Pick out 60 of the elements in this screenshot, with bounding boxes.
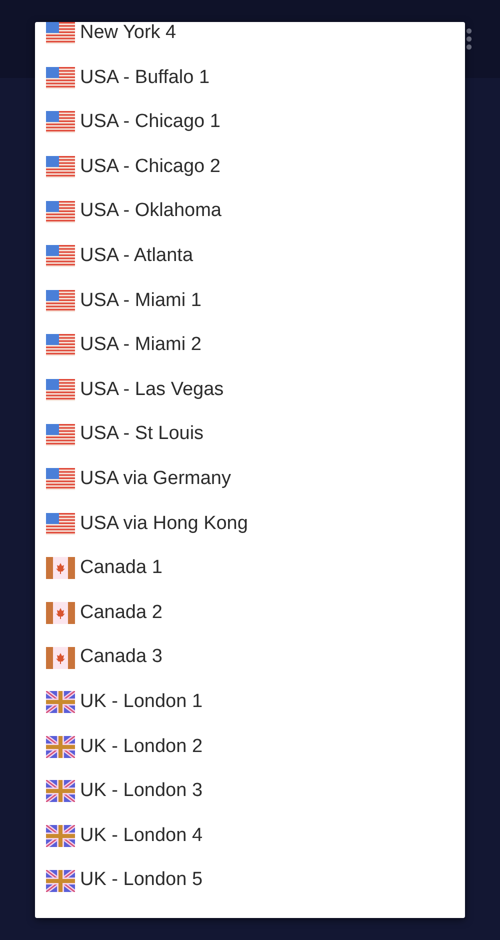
server-name: UK - London 1 (80, 690, 203, 714)
server-name: Canada 1 (80, 556, 162, 580)
server-name: USA - Chicago 2 (80, 154, 220, 179)
server-name: USA - Miami 2 (80, 333, 202, 358)
server-item[interactable]: USA - Oklahoma (35, 189, 465, 234)
flag-icon (46, 156, 75, 178)
server-item[interactable]: Canada 2 (35, 590, 465, 636)
server-item[interactable]: UK - London 3 (35, 769, 465, 814)
server-name: USA - Buffalo 1 (80, 66, 210, 90)
flag-icon (46, 468, 75, 490)
server-item[interactable]: USA - Miami 1 (35, 278, 465, 324)
server-item[interactable]: Canada 3 (35, 635, 465, 680)
flag-icon (46, 824, 75, 847)
flag-icon (46, 200, 75, 223)
server-item[interactable]: UK - London 4 (35, 814, 465, 858)
server-item[interactable]: USA via Hong Kong (35, 502, 465, 546)
menu-icon[interactable] (465, 28, 473, 50)
server-item[interactable]: USA - Chicago 1 (35, 100, 465, 145)
server-item[interactable]: UK - London 5 (35, 858, 465, 903)
server-item[interactable]: UK - London 1 (35, 680, 465, 724)
flag-icon (46, 245, 75, 268)
server-item[interactable]: USA - Las Vegas (35, 368, 465, 412)
flag-icon (46, 602, 75, 624)
flag-icon (46, 290, 75, 312)
flag-icon (46, 66, 75, 89)
server-name: UK - London 3 (80, 779, 203, 804)
server-item[interactable]: USA - Miami 2 (35, 323, 465, 368)
server-item[interactable]: USA - St Louis (35, 412, 465, 457)
server-item[interactable]: USA via Germany (35, 456, 465, 502)
server-name: UK - London 5 (80, 868, 203, 892)
server-name: USA via Germany (80, 466, 231, 491)
flag-icon (46, 691, 75, 714)
server-name: USA - Chicago 1 (80, 110, 220, 134)
server-name: New York 4 (80, 22, 176, 46)
flag-icon (46, 111, 75, 134)
server-item[interactable]: UK - London 2 (35, 724, 465, 770)
server-item[interactable]: USA - Atlanta (35, 234, 465, 279)
server-name: Canada 3 (80, 645, 162, 670)
flag-icon (46, 870, 75, 892)
flag-icon (46, 334, 75, 356)
server-name: UK - London 4 (80, 824, 203, 848)
server-name: USA - St Louis (80, 422, 204, 446)
flag-icon (46, 736, 75, 758)
server-item[interactable]: USA - Chicago 2 (35, 144, 465, 190)
flag-icon (46, 379, 75, 402)
flag-icon (46, 512, 75, 535)
server-name: Canada 2 (80, 600, 162, 625)
flag-icon (46, 22, 75, 44)
server-name: UK - London 2 (80, 734, 203, 759)
flag-icon (46, 780, 75, 802)
flag-icon (46, 557, 75, 580)
server-name: USA - Miami 1 (80, 288, 202, 313)
server-name: USA via Hong Kong (80, 512, 248, 536)
flag-icon (46, 646, 75, 669)
flag-icon (46, 424, 75, 446)
server-name: USA - Las Vegas (80, 378, 224, 402)
server-item[interactable]: USA - Buffalo 1 (35, 56, 465, 100)
server-item[interactable]: Canada 1 (35, 546, 465, 591)
server-name: USA - Atlanta (80, 244, 194, 268)
server-name: USA - Oklahoma (80, 199, 222, 224)
